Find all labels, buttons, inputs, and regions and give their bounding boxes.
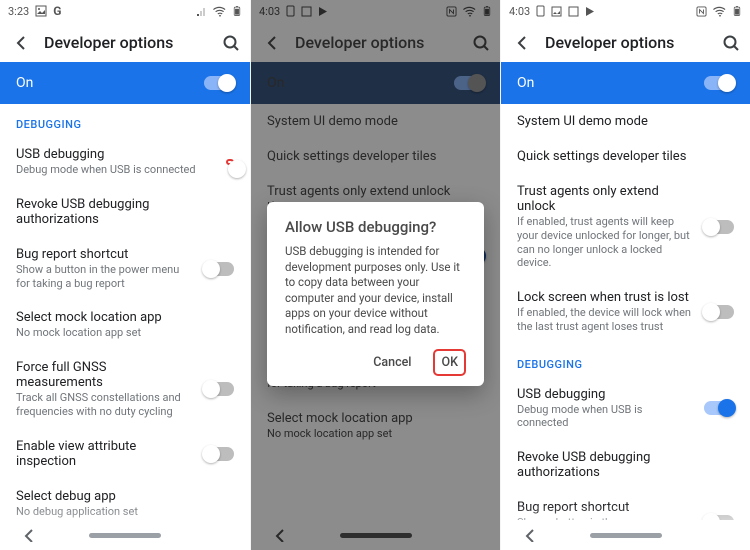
nav-back-icon[interactable] xyxy=(18,524,34,546)
row-title: USB debugging xyxy=(517,387,694,402)
toggle-switch[interactable] xyxy=(204,447,234,461)
master-switch[interactable] xyxy=(204,76,234,90)
row-title: Bug report shortcut xyxy=(517,500,694,515)
nav-back-icon[interactable] xyxy=(519,524,535,546)
nav-home-pill[interactable] xyxy=(590,533,662,538)
screenshot-2: 4:03 Developer options On System UI demo… xyxy=(250,0,500,550)
row-title: Revoke USB debugging authorizations xyxy=(16,197,234,227)
phone-portrait-icon xyxy=(536,5,545,17)
play-store-icon xyxy=(585,6,595,17)
row-title: Bug report shortcut xyxy=(16,247,194,262)
back-arrow-icon[interactable] xyxy=(10,31,30,53)
image-icon xyxy=(551,6,562,17)
row-title: System UI demo mode xyxy=(517,114,734,129)
image-icon xyxy=(35,5,47,17)
nfc-icon xyxy=(695,5,708,18)
toggle-switch[interactable] xyxy=(704,305,734,319)
battery-icon xyxy=(232,4,242,18)
android-nav-bar xyxy=(501,520,750,550)
settings-row[interactable]: USB debuggingDebug mode when USB is conn… xyxy=(501,377,750,441)
settings-row[interactable]: Revoke USB debugging authorizations xyxy=(501,440,750,490)
search-icon[interactable] xyxy=(720,32,740,52)
toggle-switch[interactable] xyxy=(704,401,734,415)
dialog-ok-button[interactable]: OK xyxy=(433,349,466,376)
dialog-title: Allow USB debugging? xyxy=(285,218,466,236)
wifi-icon xyxy=(212,4,228,18)
row-subtitle: Show a button in the power menu for taki… xyxy=(16,263,194,291)
screenshot-1: 3:23 G Developer options On DEBUGGING US… xyxy=(0,0,250,550)
row-subtitle: If enabled, the device will lock when th… xyxy=(517,306,694,334)
banner-label: On xyxy=(517,75,534,91)
status-bar: 4:03 xyxy=(501,0,750,22)
screenshot-icon xyxy=(568,6,579,17)
settings-row[interactable]: Bug report shortcutShow a button in the … xyxy=(0,237,250,301)
page-title: Developer options xyxy=(44,33,206,52)
master-toggle-banner[interactable]: On xyxy=(501,62,750,104)
banner-label: On xyxy=(16,75,33,91)
row-title: Enable view attribute inspection xyxy=(16,439,194,469)
wifi-icon xyxy=(712,4,728,18)
row-subtitle: Debug mode when USB is connected xyxy=(16,163,216,177)
search-icon[interactable] xyxy=(220,32,240,52)
android-nav-bar xyxy=(0,520,250,550)
row-title: USB debugging xyxy=(16,147,216,162)
section-header-debugging: DEBUGGING xyxy=(0,104,250,137)
toggle-switch[interactable] xyxy=(204,382,234,396)
tutorial-highlight xyxy=(226,159,234,165)
row-subtitle: If enabled, trust agents will keep your … xyxy=(517,215,694,270)
settings-row[interactable]: USB debuggingDebug mode when USB is conn… xyxy=(0,137,250,187)
row-title: Lock screen when trust is lost xyxy=(517,290,694,305)
master-switch[interactable] xyxy=(704,76,734,90)
toggle-switch[interactable] xyxy=(704,220,734,234)
status-time: 3:23 xyxy=(8,5,29,18)
dialog-body: USB debugging is intended for developmen… xyxy=(285,244,466,337)
settings-row[interactable]: Lock screen when trust is lostIf enabled… xyxy=(501,280,750,344)
battery-icon xyxy=(732,4,742,18)
app-bar: Developer options xyxy=(0,22,250,62)
back-arrow-icon[interactable] xyxy=(511,31,531,53)
section-header-debugging: DEBUGGING xyxy=(501,344,750,377)
row-subtitle: No debug application set xyxy=(16,505,234,519)
nav-home-pill[interactable] xyxy=(89,533,161,538)
google-icon: G xyxy=(53,4,61,18)
screenshot-3: 4:03 Developer options On System UI demo… xyxy=(500,0,750,550)
row-title: Select debug app xyxy=(16,489,234,504)
toggle-switch[interactable] xyxy=(204,262,234,276)
row-title: Select mock location app xyxy=(16,310,234,325)
settings-row[interactable]: System UI demo mode xyxy=(501,104,750,139)
settings-row[interactable]: Trust agents only extend unlockIf enable… xyxy=(501,174,750,280)
status-bar: 3:23 G xyxy=(0,0,250,22)
signal-icon xyxy=(196,5,208,17)
row-subtitle: Debug mode when USB is connected xyxy=(517,403,694,431)
row-title: Trust agents only extend unlock xyxy=(517,184,694,214)
row-subtitle: No mock location app set xyxy=(16,326,234,340)
row-title: Force full GNSS measurements xyxy=(16,360,194,390)
settings-row[interactable]: Force full GNSS measurementsTrack all GN… xyxy=(0,350,250,429)
row-title: Revoke USB debugging authorizations xyxy=(517,450,734,480)
row-title: Quick settings developer tiles xyxy=(517,149,734,164)
master-toggle-banner[interactable]: On xyxy=(0,62,250,104)
settings-row[interactable]: Select mock location appNo mock location… xyxy=(0,300,250,350)
settings-row[interactable]: Enable view attribute inspection xyxy=(0,429,250,479)
app-bar: Developer options xyxy=(501,22,750,62)
row-subtitle: Track all GNSS constellations and freque… xyxy=(16,391,194,419)
settings-row[interactable]: Revoke USB debugging authorizations xyxy=(0,187,250,237)
page-title: Developer options xyxy=(545,33,706,52)
status-time: 4:03 xyxy=(509,5,530,18)
dialog-cancel-button[interactable]: Cancel xyxy=(367,351,417,374)
usb-debugging-dialog: Allow USB debugging? USB debugging is in… xyxy=(267,202,484,386)
settings-row[interactable]: Quick settings developer tiles xyxy=(501,139,750,174)
